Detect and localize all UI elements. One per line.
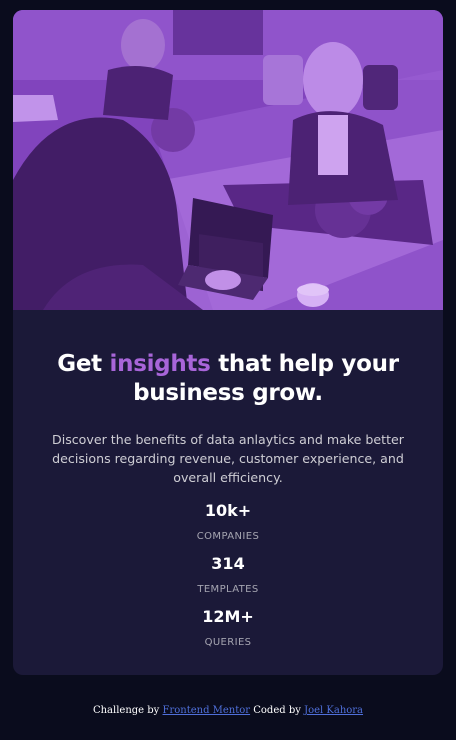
attribution-middle: Coded by — [250, 705, 305, 716]
stat-value: 314 — [211, 554, 245, 573]
attribution: Challenge by Frontend Mentor Coded by Jo… — [0, 705, 456, 716]
hero-image-illustration — [13, 10, 443, 310]
office-meeting-photo — [13, 10, 443, 310]
attribution-prefix: Challenge by — [92, 705, 163, 716]
title-accent-word: insights — [109, 351, 211, 377]
stat-value: 10k+ — [204, 501, 252, 520]
stat-queries: 12M+ QUERIES — [37, 607, 419, 650]
stat-companies: 10k+ COMPANIES — [37, 501, 419, 544]
frontend-mentor-link[interactable]: Frontend Mentor — [163, 705, 251, 716]
stat-label: COMPANIES — [196, 531, 260, 542]
stat-templates: 314 TEMPLATES — [37, 554, 419, 597]
description-text: Discover the benefits of data anlaytics … — [52, 432, 404, 485]
stat-value: 12M+ — [202, 607, 254, 626]
author-link[interactable]: Joel Kahora — [304, 705, 363, 716]
page-title: Get insights that help your business gro… — [53, 350, 403, 408]
card-content: Get insights that help your business gro… — [13, 310, 443, 650]
stat-label: QUERIES — [204, 637, 252, 648]
stats-list: 10k+ COMPANIES 314 TEMPLATES 12M+ QUERIE… — [37, 501, 419, 650]
stat-label: TEMPLATES — [197, 584, 259, 595]
title-text-before: Get — [57, 351, 110, 377]
stats-card: Get insights that help your business gro… — [13, 10, 443, 675]
